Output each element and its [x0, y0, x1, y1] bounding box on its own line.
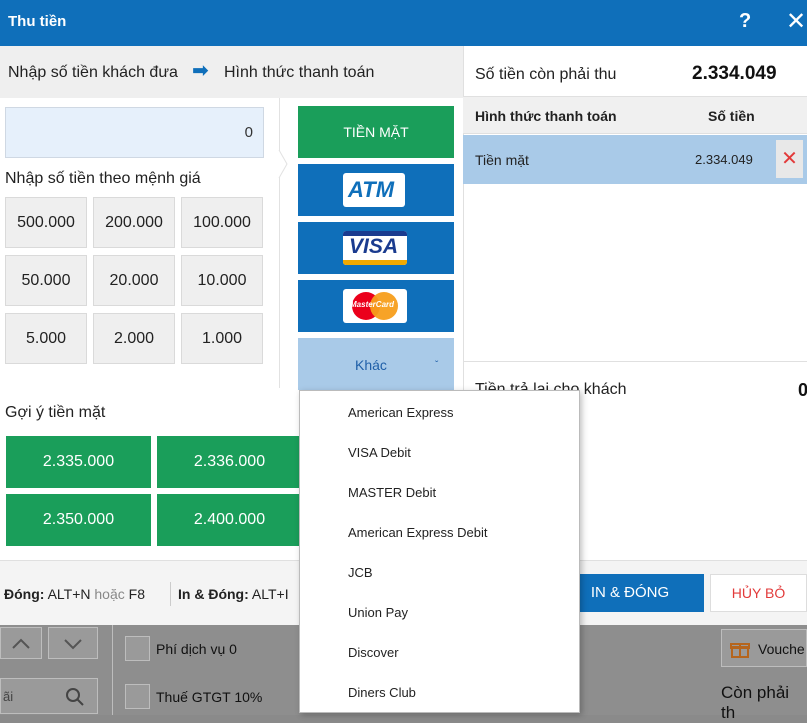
search-icon — [66, 688, 84, 706]
pay-atm-button[interactable]: ATM — [298, 164, 454, 216]
gift-icon — [730, 643, 750, 658]
atm-logo-text: ATM — [348, 177, 395, 202]
row-method: Tiền mặt — [475, 152, 529, 168]
other-methods-dropdown — [299, 390, 580, 713]
print-shortcut-hint: In & Đóng: ALT+I — [178, 586, 289, 602]
pay-visa-button[interactable]: VISA — [298, 222, 454, 274]
denomination-button[interactable]: 100.000 — [181, 197, 263, 248]
visa-logo-text: VISA — [349, 235, 399, 258]
help-icon[interactable]: ? — [739, 10, 751, 33]
remaining-label: Số tiền còn phải thu — [475, 66, 617, 83]
scroll-down-button[interactable] — [48, 627, 98, 659]
remaining-partial-label: Còn phải th — [721, 683, 790, 722]
close-icon: ✕ — [781, 148, 798, 170]
scroll-up-button[interactable] — [0, 627, 42, 659]
close-shortcut-alt: F8 — [128, 586, 145, 602]
service-fee-label: Phí dịch vụ 0 — [156, 641, 237, 657]
dropdown-option[interactable]: MASTER Debit — [348, 485, 436, 500]
denomination-title: Nhập số tiền theo mệnh giá — [5, 170, 201, 187]
row-amount: 2.334.049 — [695, 152, 753, 167]
remove-payment-button[interactable]: ✕ — [776, 140, 803, 178]
vat-checkbox[interactable] — [125, 684, 150, 709]
close-shortcut-hint: Đóng: ALT+N hoặc F8 — [4, 586, 145, 602]
denomination-button[interactable]: 1.000 — [181, 313, 263, 364]
dropdown-option[interactable]: JCB — [348, 565, 373, 580]
or-text: hoặc — [94, 586, 125, 602]
pay-cash-button[interactable]: TIỀN MẶT — [298, 106, 454, 158]
chevron-up-icon — [12, 638, 30, 649]
dropdown-option[interactable]: VISA Debit — [348, 445, 411, 460]
title-bar — [0, 0, 807, 46]
dropdown-option[interactable]: American Express Debit — [348, 525, 487, 540]
step-enter-amount: Nhập số tiền khách đưa — [8, 64, 178, 81]
remaining-value: 2.334.049 — [692, 63, 777, 84]
close-shortcut-label: Đóng: — [4, 586, 45, 602]
pay-other-dropdown[interactable]: Khác ˇ — [298, 338, 454, 390]
close-icon[interactable]: ✕ — [786, 7, 806, 36]
pane-divider — [279, 98, 280, 388]
cash-suggestion-title: Gợi ý tiền mặt — [5, 404, 106, 421]
denomination-button[interactable]: 20.000 — [93, 255, 175, 306]
arrow-right-icon: ➡ — [192, 60, 209, 82]
pay-mastercard-button[interactable]: MasterCard — [298, 280, 454, 332]
cash-suggestion-button[interactable]: 2.336.000 — [157, 436, 302, 488]
background-search-input[interactable]: ãi — [0, 678, 98, 714]
denomination-button[interactable]: 200.000 — [93, 197, 175, 248]
header-method: Hình thức thanh toán — [475, 108, 617, 124]
background-divider — [112, 625, 113, 715]
chevron-down-icon: ˇ — [435, 360, 439, 371]
change-divider — [463, 361, 807, 362]
change-value: 0 — [798, 380, 807, 400]
chevron-down-icon — [64, 639, 82, 650]
mastercard-logo-text: MasterCard — [350, 300, 395, 309]
print-shortcut-keys: ALT+I — [251, 586, 289, 602]
vat-label: Thuế GTGT 10% — [156, 689, 263, 705]
service-fee-checkbox[interactable] — [125, 636, 150, 661]
cash-suggestion-button[interactable]: 2.335.000 — [6, 436, 151, 488]
pay-other-label: Khác — [355, 357, 387, 373]
denomination-button[interactable]: 500.000 — [5, 197, 87, 248]
dropdown-option[interactable]: Union Pay — [348, 605, 408, 620]
cash-suggestion-button[interactable]: 2.350.000 — [6, 494, 151, 546]
print-shortcut-label: In & Đóng: — [178, 586, 249, 602]
pointer-notch — [278, 150, 288, 178]
voucher-button[interactable]: Vouche — [721, 629, 807, 667]
amount-input[interactable]: 0 — [5, 107, 264, 158]
denomination-button[interactable]: 2.000 — [93, 313, 175, 364]
denomination-button[interactable]: 50.000 — [5, 255, 87, 306]
search-partial-text: ãi — [3, 689, 14, 704]
denomination-button[interactable]: 5.000 — [5, 313, 87, 364]
dropdown-option[interactable]: Discover — [348, 645, 399, 660]
cancel-button[interactable]: HỦY BỎ — [710, 574, 807, 612]
header-amount: Số tiền — [708, 108, 755, 124]
denomination-button[interactable]: 10.000 — [181, 255, 263, 306]
window-title: Thu tiền — [8, 13, 67, 30]
close-shortcut-keys: ALT+N — [47, 586, 91, 602]
step-payment-method: Hình thức thanh toán — [224, 64, 375, 81]
dropdown-option[interactable]: American Express — [348, 405, 453, 420]
voucher-label: Vouche — [758, 641, 805, 657]
dropdown-option[interactable]: Diners Club — [348, 685, 416, 700]
cash-suggestion-button[interactable]: 2.400.000 — [157, 494, 302, 546]
footer-divider — [170, 582, 171, 606]
